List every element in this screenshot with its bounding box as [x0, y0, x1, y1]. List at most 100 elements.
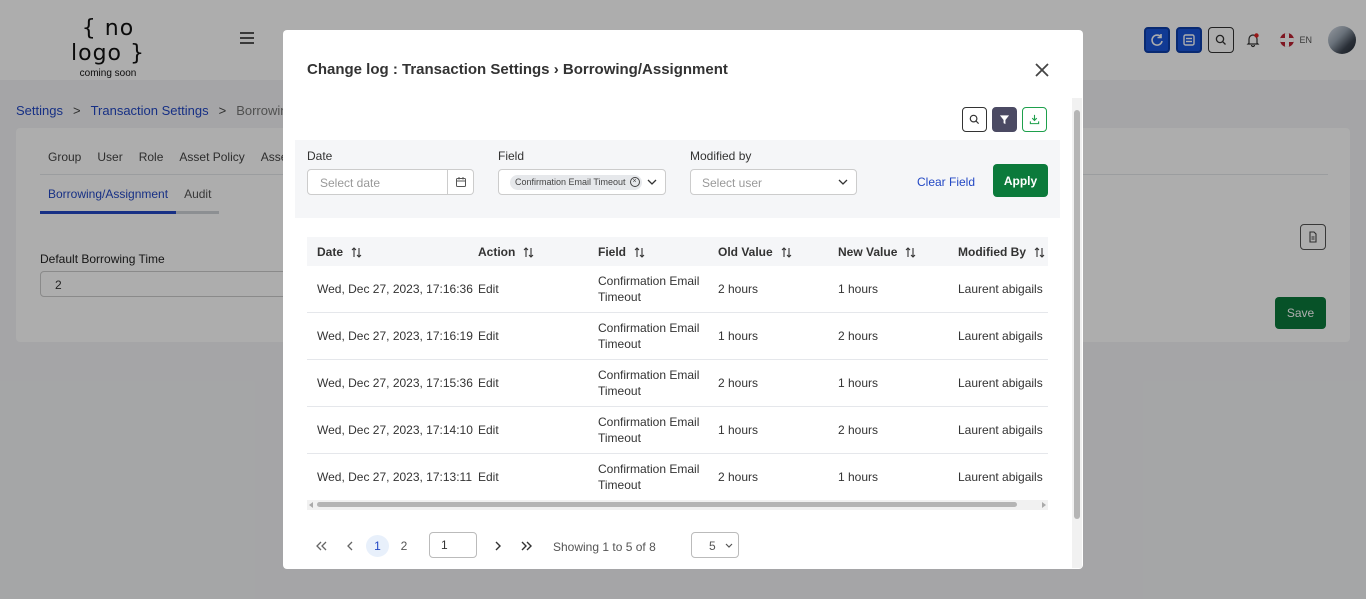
cell-field: Confirmation Email Timeout [598, 367, 699, 399]
change-log-modal: Change log : Transaction Settings › Borr… [283, 30, 1083, 569]
close-icon [1035, 63, 1049, 77]
column-label: Field [598, 245, 627, 259]
page-number-input[interactable]: 1 [429, 532, 477, 558]
field-filter-select[interactable]: Confirmation Email Timeout × [498, 169, 666, 195]
cell-field: Confirmation Email Timeout [598, 461, 699, 493]
table-row: Wed, Dec 27, 2023, 17:15:36 Edit Confirm… [307, 360, 1048, 407]
column-header-date[interactable]: Date [317, 245, 362, 259]
next-page-button[interactable] [491, 535, 505, 557]
cell-new-value: 1 hours [838, 282, 879, 296]
column-header-new-value[interactable]: New Value [838, 245, 916, 259]
table-row: Wed, Dec 27, 2023, 17:16:19 Edit Confirm… [307, 313, 1048, 360]
field-filter-chip: Confirmation Email Timeout × [510, 175, 642, 190]
column-header-modified-by[interactable]: Modified By [958, 245, 1045, 259]
cell-date: Wed, Dec 27, 2023, 17:16:36 [317, 282, 473, 296]
cell-old-value: 2 hours [718, 282, 759, 296]
sort-icon [905, 246, 916, 258]
cell-date: Wed, Dec 27, 2023, 17:15:36 [317, 376, 473, 390]
pagination: 1 2 1 Showing 1 to 5 of 8 5 [309, 532, 769, 558]
column-label: Action [478, 245, 516, 259]
cell-field-line: Confirmation Email [598, 462, 700, 476]
double-chevron-right-icon [521, 541, 532, 551]
modal-title: Change log : Transaction Settings › Borr… [307, 61, 728, 78]
table-row: Wed, Dec 27, 2023, 17:13:11 Edit Confirm… [307, 454, 1048, 501]
table-row: Wed, Dec 27, 2023, 17:14:10 Edit Confirm… [307, 407, 1048, 454]
horizontal-scrollbar[interactable] [307, 500, 1048, 510]
table-header: Date Action Field Old Value New Value Mo… [307, 237, 1048, 266]
table-search-button[interactable] [962, 107, 987, 132]
calendar-icon [455, 177, 466, 187]
date-filter-input[interactable]: Select date [307, 169, 448, 195]
column-label: Date [317, 245, 344, 259]
filter-icon [999, 115, 1010, 125]
cell-field-line: Timeout [598, 478, 641, 492]
rows-per-page-select[interactable]: 5 [691, 532, 739, 558]
chip-label: Confirmation Email Timeout [515, 177, 626, 187]
chevron-left-icon [347, 541, 353, 551]
cell-old-value: 2 hours [718, 470, 759, 484]
cell-new-value: 1 hours [838, 376, 879, 390]
export-button[interactable] [1022, 107, 1047, 132]
cell-field-line: Confirmation Email [598, 415, 700, 429]
column-label: Modified By [958, 245, 1026, 259]
column-header-old-value[interactable]: Old Value [718, 245, 792, 259]
cell-modified-by: Laurent abigails [958, 423, 1043, 437]
vertical-scrollbar[interactable] [1072, 98, 1082, 568]
cell-action: Edit [478, 376, 499, 390]
close-button[interactable] [1033, 61, 1051, 79]
column-label: New Value [838, 245, 898, 259]
cell-action: Edit [478, 329, 499, 343]
sort-icon [1034, 246, 1045, 258]
column-label: Old Value [718, 245, 773, 259]
modified-by-label: Modified by [690, 149, 752, 163]
sort-icon [781, 246, 792, 258]
sort-icon [351, 246, 362, 258]
apply-button[interactable]: Apply [993, 164, 1048, 197]
sort-icon [523, 246, 534, 258]
cell-new-value: 2 hours [838, 423, 879, 437]
cell-old-value: 1 hours [718, 329, 759, 343]
vertical-scroll-thumb[interactable] [1074, 110, 1080, 519]
last-page-button[interactable] [517, 535, 537, 557]
cell-date: Wed, Dec 27, 2023, 17:14:10 [317, 423, 473, 437]
scroll-right-arrow[interactable] [1042, 502, 1046, 508]
cell-modified-by: Laurent abigails [958, 282, 1043, 296]
column-header-action[interactable]: Action [478, 245, 534, 259]
pagination-summary: Showing 1 to 5 of 8 [553, 540, 656, 554]
chevron-down-icon [647, 179, 657, 185]
page-1-button[interactable]: 1 [366, 535, 389, 557]
cell-new-value: 2 hours [838, 329, 879, 343]
chevron-down-icon [838, 179, 848, 185]
cell-date: Wed, Dec 27, 2023, 17:13:11 [317, 470, 472, 484]
cell-field-line: Timeout [598, 290, 641, 304]
filter-button[interactable] [992, 107, 1017, 132]
modified-by-select[interactable]: Select user [690, 169, 857, 195]
chip-remove-icon[interactable]: × [629, 177, 640, 187]
sort-icon [634, 246, 645, 258]
cell-field-line: Confirmation Email [598, 321, 700, 335]
cell-modified-by: Laurent abigails [958, 376, 1043, 390]
cell-modified-by: Laurent abigails [958, 470, 1043, 484]
clear-field-link[interactable]: Clear Field [917, 175, 975, 189]
calendar-button[interactable] [448, 169, 474, 195]
cell-modified-by: Laurent abigails [958, 329, 1043, 343]
double-chevron-left-icon [316, 541, 327, 551]
cell-old-value: 1 hours [718, 423, 759, 437]
previous-page-button[interactable] [343, 535, 357, 557]
cell-field: Confirmation Email Timeout [598, 414, 699, 446]
cell-action: Edit [478, 470, 499, 484]
change-log-table: Date Action Field Old Value New Value Mo… [307, 237, 1048, 510]
horizontal-scroll-thumb[interactable] [317, 502, 1017, 507]
scroll-left-arrow[interactable] [309, 502, 313, 508]
download-icon [1029, 114, 1040, 125]
cell-action: Edit [478, 282, 499, 296]
column-header-field[interactable]: Field [598, 245, 645, 259]
table-row: Wed, Dec 27, 2023, 17:16:36 Edit Confirm… [307, 266, 1048, 313]
first-page-button[interactable] [311, 535, 331, 557]
cell-field-line: Confirmation Email [598, 274, 700, 288]
cell-date: Wed, Dec 27, 2023, 17:16:19 [317, 329, 473, 343]
chevron-down-icon [725, 543, 733, 548]
rows-per-page-value: 5 [709, 539, 716, 553]
cell-field-line: Confirmation Email [598, 368, 700, 382]
page-2-button[interactable]: 2 [394, 535, 414, 557]
